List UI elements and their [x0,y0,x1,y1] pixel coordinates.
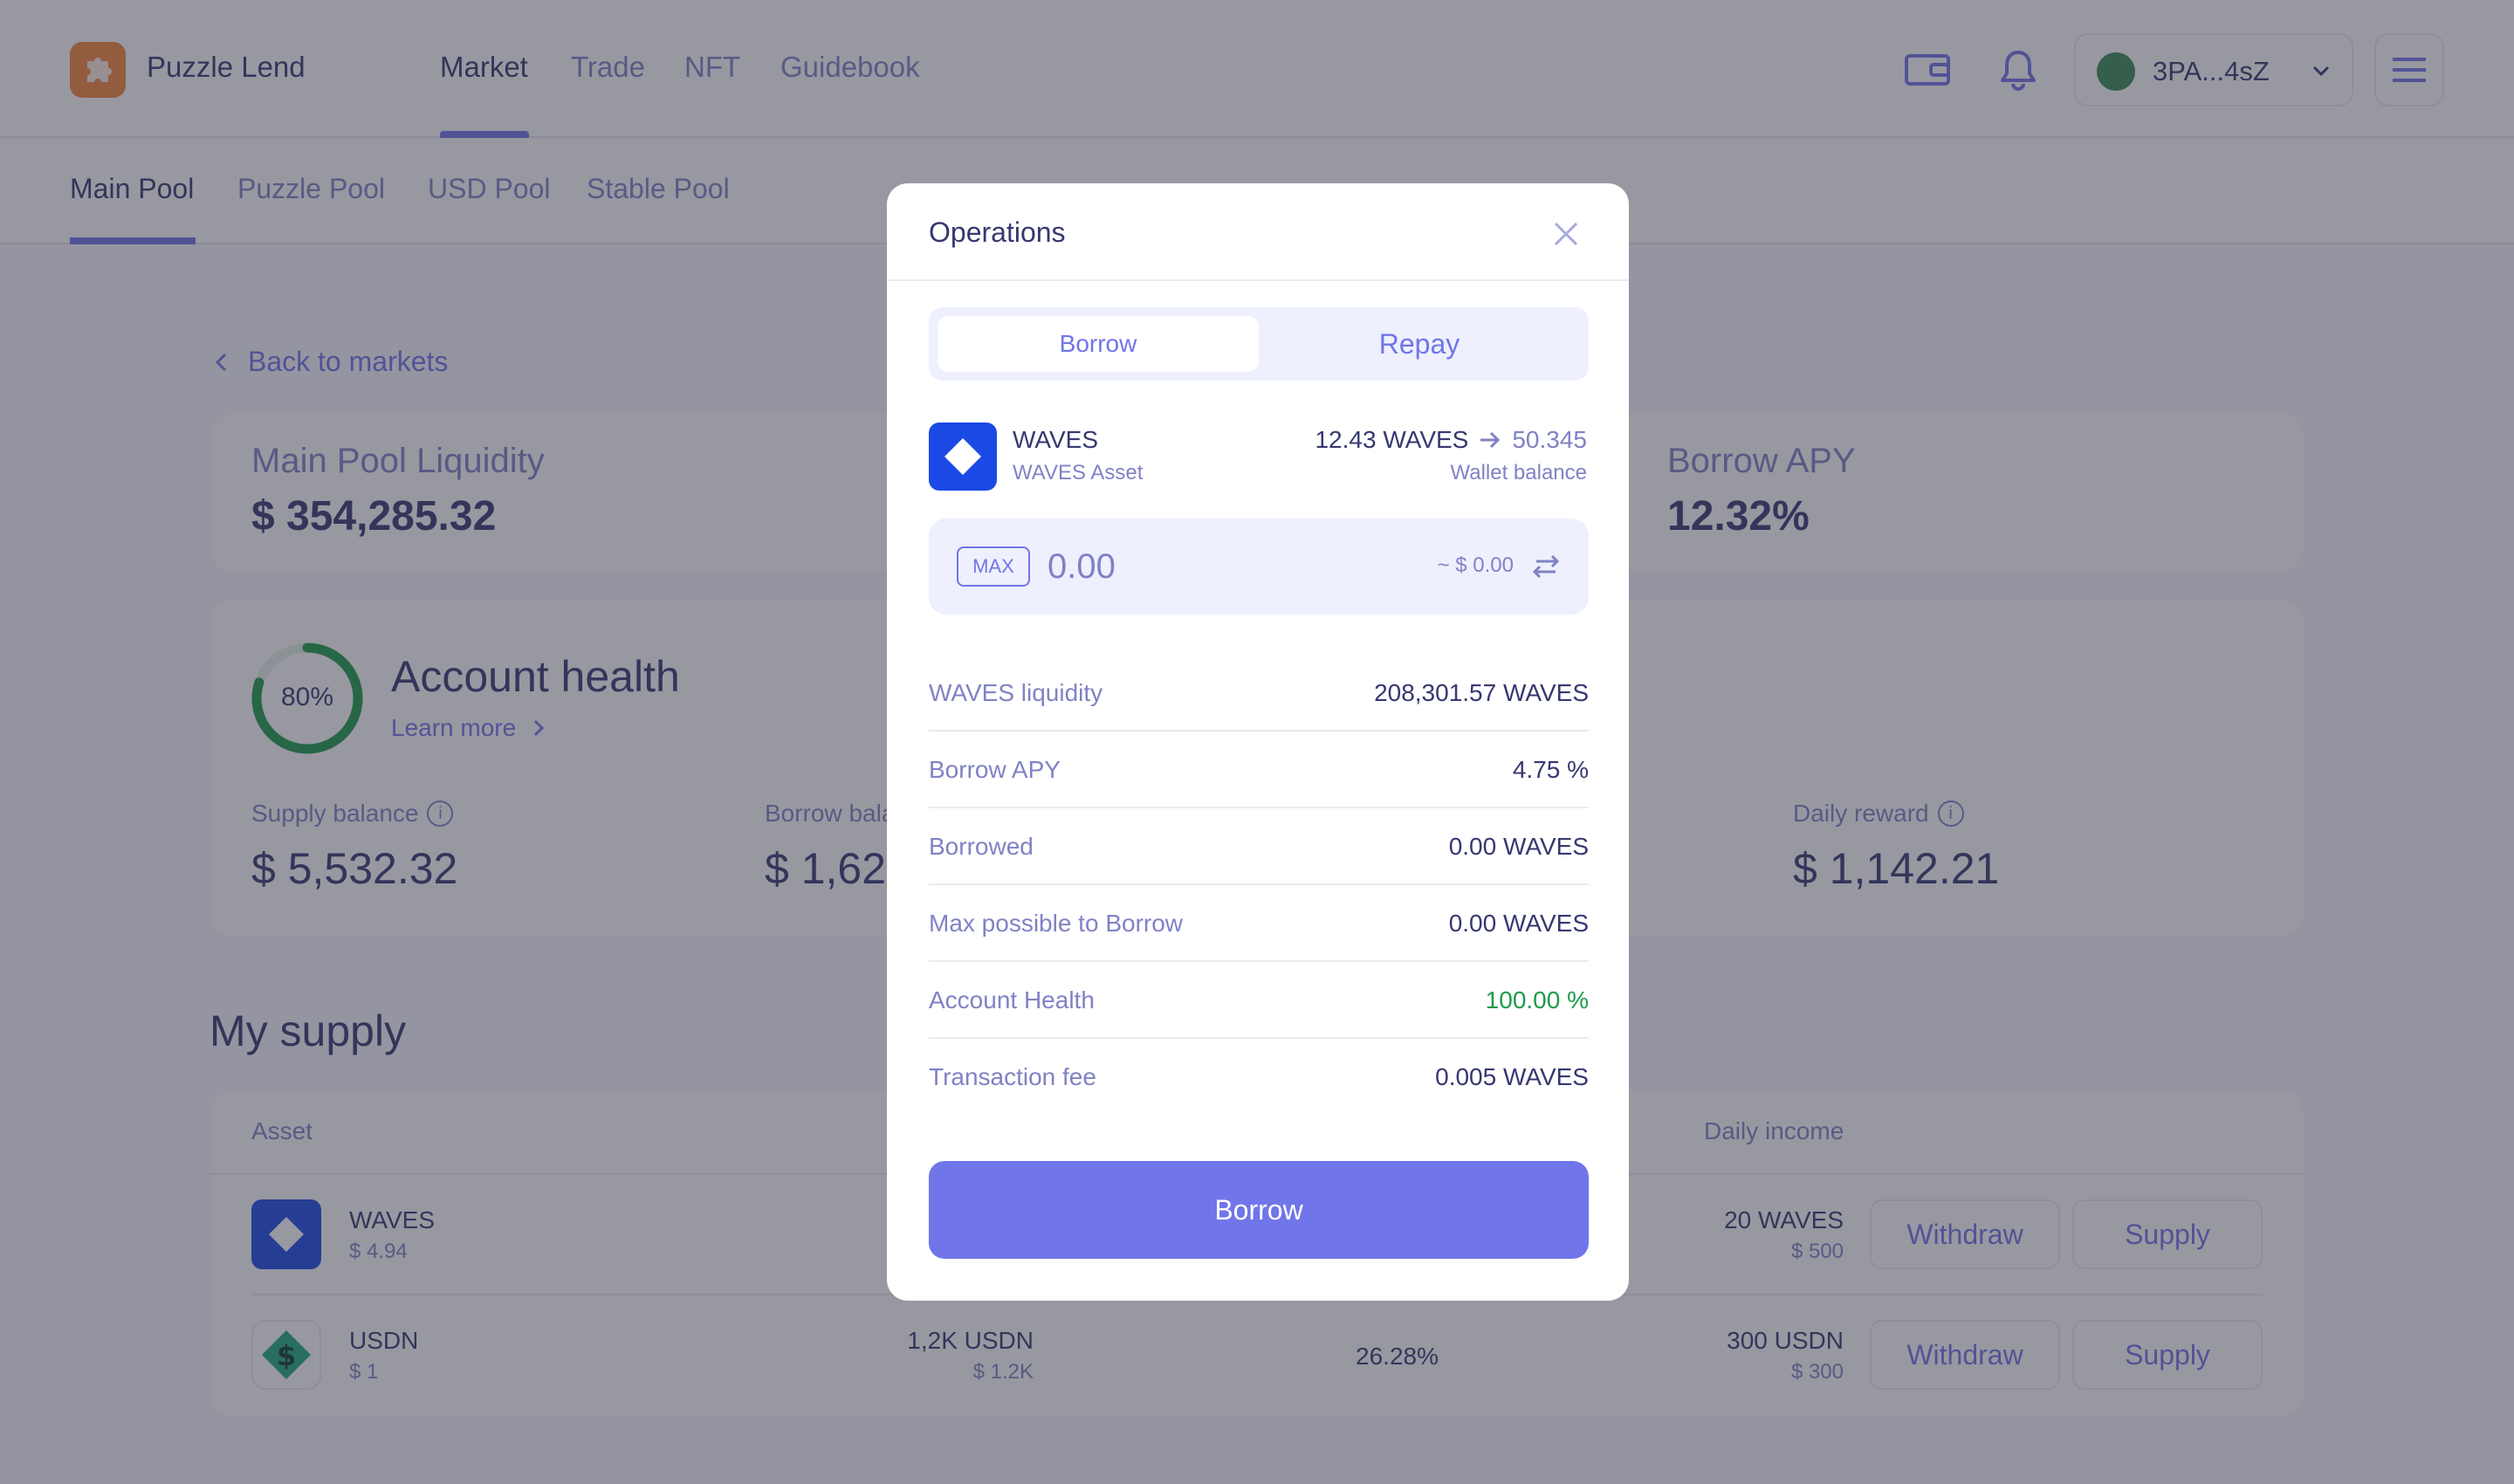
balance-after: 50.345 [1512,426,1587,453]
info-row: WAVES liquidity 208,301.57 WAVES [929,655,1589,732]
tab-repay[interactable]: Repay [1259,316,1580,372]
info-label: Account Health [929,986,1095,1013]
close-icon[interactable] [1549,216,1583,251]
divider [887,279,1629,281]
info-value: 4.75 % [1512,756,1589,783]
info-row: Max possible to Borrow 0.00 WAVES [929,885,1589,962]
borrow-button[interactable]: Borrow [929,1161,1589,1259]
info-label: Max possible to Borrow [929,910,1184,937]
operation-switch: Borrow Repay [929,307,1589,381]
info-value: 0.005 WAVES [1435,1063,1589,1090]
max-button[interactable]: MAX [957,546,1030,587]
info-row: Borrow APY 4.75 % [929,732,1589,808]
modal-title: Operations [929,216,1066,248]
operations-modal: Operations Borrow Repay WAVES WAVES Asse… [887,183,1629,1301]
info-row: Transaction fee 0.005 WAVES [929,1039,1589,1116]
info-label: Transaction fee [929,1063,1096,1090]
balance-current: 12.43 WAVES [1315,426,1469,453]
info-row: Account Health 100.00 % [929,962,1589,1039]
info-row: Borrowed 0.00 WAVES [929,808,1589,885]
arrow-right-icon [1480,431,1501,449]
info-value: 100.00 % [1485,986,1589,1013]
token-name: WAVES [1013,426,1099,453]
info-value: 0.00 WAVES [1448,833,1589,860]
info-label: Borrow APY [929,756,1061,783]
info-label: WAVES liquidity [929,679,1103,706]
info-value: 208,301.57 WAVES [1374,679,1589,706]
tab-borrow[interactable]: Borrow [938,316,1259,372]
waves-icon [929,423,997,491]
amount-usd: ~ $ 0.00 [1437,553,1514,577]
info-label: Borrowed [929,833,1034,860]
token-subtitle: WAVES Asset [1013,461,1144,484]
amount-input[interactable] [1048,545,1309,588]
info-value: 0.00 WAVES [1448,910,1589,937]
wallet-balance-label: Wallet balance [1450,461,1587,484]
wallet-balance: 12.43 WAVES 50.345 [1315,426,1587,454]
amount-box: MAX ~ $ 0.00 [929,519,1589,615]
swap-icon[interactable] [1531,553,1561,580]
